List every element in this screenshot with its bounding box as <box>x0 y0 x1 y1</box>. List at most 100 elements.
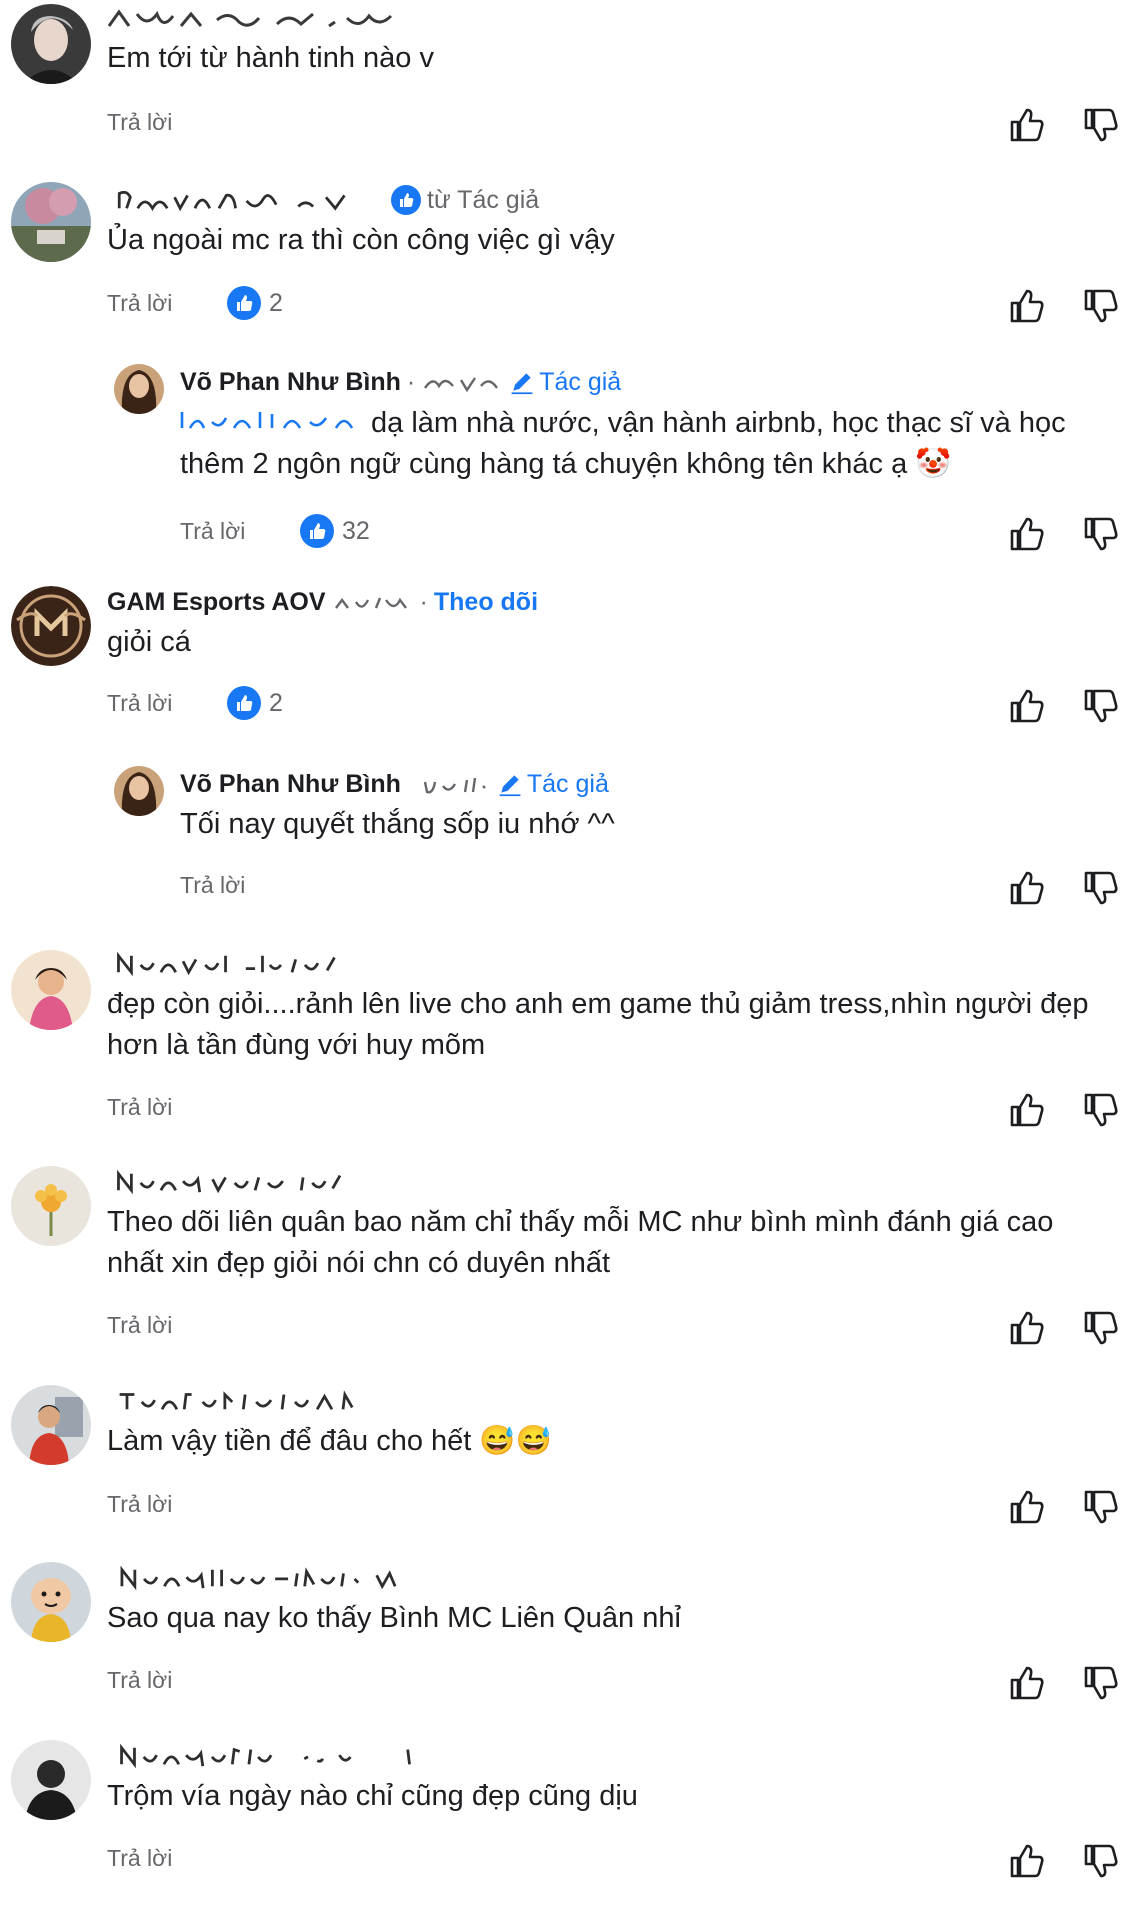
author-name-obscured[interactable] <box>107 1560 447 1596</box>
avatar[interactable] <box>11 1385 91 1465</box>
dislike-button-icon[interactable] <box>1081 286 1121 326</box>
avatar[interactable] <box>11 1740 91 1820</box>
like-count[interactable]: 32 <box>300 514 370 548</box>
obscured-time-scribble <box>424 377 499 393</box>
comment-text: đẹp còn giỏi....rảnh lên live cho anh em… <box>107 988 1089 1061</box>
like-button-icon[interactable] <box>1007 1487 1047 1527</box>
from-author-label: từ Tác giả <box>427 185 540 214</box>
dislike-button-icon[interactable] <box>1081 105 1121 145</box>
avatar[interactable] <box>11 4 91 84</box>
dislike-button-icon[interactable] <box>1081 1487 1121 1527</box>
reply-button[interactable]: Trả lời <box>107 290 172 317</box>
like-reaction-icon <box>300 514 334 548</box>
dislike-button-icon[interactable] <box>1081 1090 1121 1130</box>
avatar[interactable] <box>11 586 91 666</box>
like-count-text: 2 <box>269 688 283 717</box>
comment-actions: Trả lời <box>180 868 1131 908</box>
avatar[interactable] <box>11 182 91 262</box>
comment-text: Làm vậy tiền để đâu cho hết 😅😅 <box>107 1421 1101 1462</box>
separator: · <box>406 367 416 396</box>
author-name[interactable]: Võ Phan Như Bình <box>180 368 401 397</box>
reply-button[interactable]: Trả lời <box>180 518 245 545</box>
comment-text: Tối nay quyết thắng sốp iu nhớ ^^ <box>180 808 615 840</box>
avatar[interactable] <box>11 1562 91 1642</box>
like-button-icon[interactable] <box>1007 286 1047 326</box>
obscured-name-scribble <box>117 1170 342 1194</box>
avatar[interactable] <box>11 1166 91 1246</box>
reply-button[interactable]: Trả lời <box>180 872 245 899</box>
obscured-name-scribble[interactable] <box>107 188 377 212</box>
like-button-icon[interactable] <box>1007 514 1047 554</box>
avatar[interactable] <box>114 766 164 816</box>
author-name-obscured[interactable] <box>107 2 427 38</box>
like-button-icon[interactable] <box>1007 1663 1047 1703</box>
separator: · <box>419 587 428 616</box>
reply-button[interactable]: Trả lời <box>107 109 172 136</box>
comment-actions: Trả lời <box>107 1663 1131 1703</box>
comment-actions: Trả lời 32 <box>180 514 1131 554</box>
pencil-icon <box>499 775 521 797</box>
like-count[interactable]: 2 <box>227 286 283 320</box>
dislike-button-icon[interactable] <box>1081 868 1121 908</box>
avatar[interactable] <box>114 364 164 414</box>
dislike-button-icon[interactable] <box>1081 1841 1121 1881</box>
reply-button[interactable]: Trả lời <box>107 1312 172 1339</box>
author-name-obscured[interactable] <box>107 1164 357 1200</box>
author-name[interactable]: Võ Phan Như Bình <box>180 770 401 799</box>
obscured-name-scribble <box>120 1566 397 1590</box>
obscured-time-scribble <box>334 597 407 609</box>
follow-button[interactable]: Theo dõi <box>434 588 538 617</box>
author-name-obscured[interactable] <box>107 1738 437 1774</box>
comment-text: Ủa ngoài mc ra thì còn công việc gì vậy <box>107 224 615 256</box>
comment-actions: Trả lời 2 <box>107 686 1131 726</box>
pencil-icon <box>511 373 533 395</box>
like-button-icon[interactable] <box>1007 105 1047 145</box>
reply-button[interactable]: Trả lời <box>107 690 172 717</box>
comment-text: Em tới từ hành tinh nào v <box>107 42 434 74</box>
obscured-mention[interactable] <box>180 408 365 434</box>
obscured-name-scribble <box>117 952 336 976</box>
obscured-time-scribble <box>423 777 486 794</box>
reply-button[interactable]: Trả lời <box>107 1491 172 1518</box>
like-button-icon[interactable] <box>1007 1308 1047 1348</box>
author-name-row: GAM Esports AOV · Theo dõi <box>107 584 538 620</box>
author-name[interactable]: GAM Esports AOV <box>107 588 326 617</box>
comment-text: Theo dõi liên quân bao năm chỉ thấy mỗi … <box>107 1206 1054 1279</box>
reply-button[interactable]: Trả lời <box>107 1094 172 1121</box>
comment-text: Trộm vía ngày nào chỉ cũng đẹp cũng dịu <box>107 1780 638 1812</box>
comment-body: Làm vậy tiền để đâu cho hết 😅😅 <box>107 1425 552 1457</box>
comment-actions: Trả lời <box>107 1090 1131 1130</box>
dislike-button-icon[interactable] <box>1081 514 1121 554</box>
comment-actions: Trả lời <box>107 1487 1131 1527</box>
like-button-icon[interactable] <box>1007 868 1047 908</box>
comment-actions: Trả lời <box>107 105 1131 145</box>
like-reaction-icon <box>227 686 261 720</box>
like-button-icon[interactable] <box>1007 686 1047 726</box>
author-name-obscured[interactable] <box>107 1383 387 1419</box>
like-reaction-icon <box>227 286 261 320</box>
author-name-row: từ Tác giả <box>107 182 539 218</box>
comment-text: dạ làm nhà nước, vận hành airbnb, học th… <box>180 403 1101 485</box>
author-name-row: Võ Phan Như Bình · Tác giả <box>180 364 621 400</box>
comment-actions: Trả lời <box>107 1841 1131 1881</box>
obscured-name-scribble <box>119 1390 354 1410</box>
dislike-button-icon[interactable] <box>1081 1308 1121 1348</box>
reply-button[interactable]: Trả lời <box>107 1667 172 1694</box>
obscured-name-scribble <box>120 1744 411 1768</box>
author-name-row: Võ Phan Như Bình Tác giả <box>180 766 609 802</box>
thumbs-up-badge-icon <box>391 185 421 215</box>
author-name-obscured[interactable] <box>107 946 357 982</box>
author-badge: Tác giả <box>526 769 609 798</box>
comment-actions: Trả lời <box>107 1308 1131 1348</box>
like-count-text: 2 <box>269 288 283 317</box>
like-count-text: 32 <box>342 516 370 545</box>
like-button-icon[interactable] <box>1007 1841 1047 1881</box>
like-count[interactable]: 2 <box>227 686 283 720</box>
comment-actions: Trả lời 2 <box>107 286 1131 326</box>
like-button-icon[interactable] <box>1007 1090 1047 1130</box>
dislike-button-icon[interactable] <box>1081 1663 1121 1703</box>
avatar[interactable] <box>11 950 91 1030</box>
reply-button[interactable]: Trả lời <box>107 1845 172 1872</box>
obscured-name-scribble <box>107 9 393 28</box>
dislike-button-icon[interactable] <box>1081 686 1121 726</box>
